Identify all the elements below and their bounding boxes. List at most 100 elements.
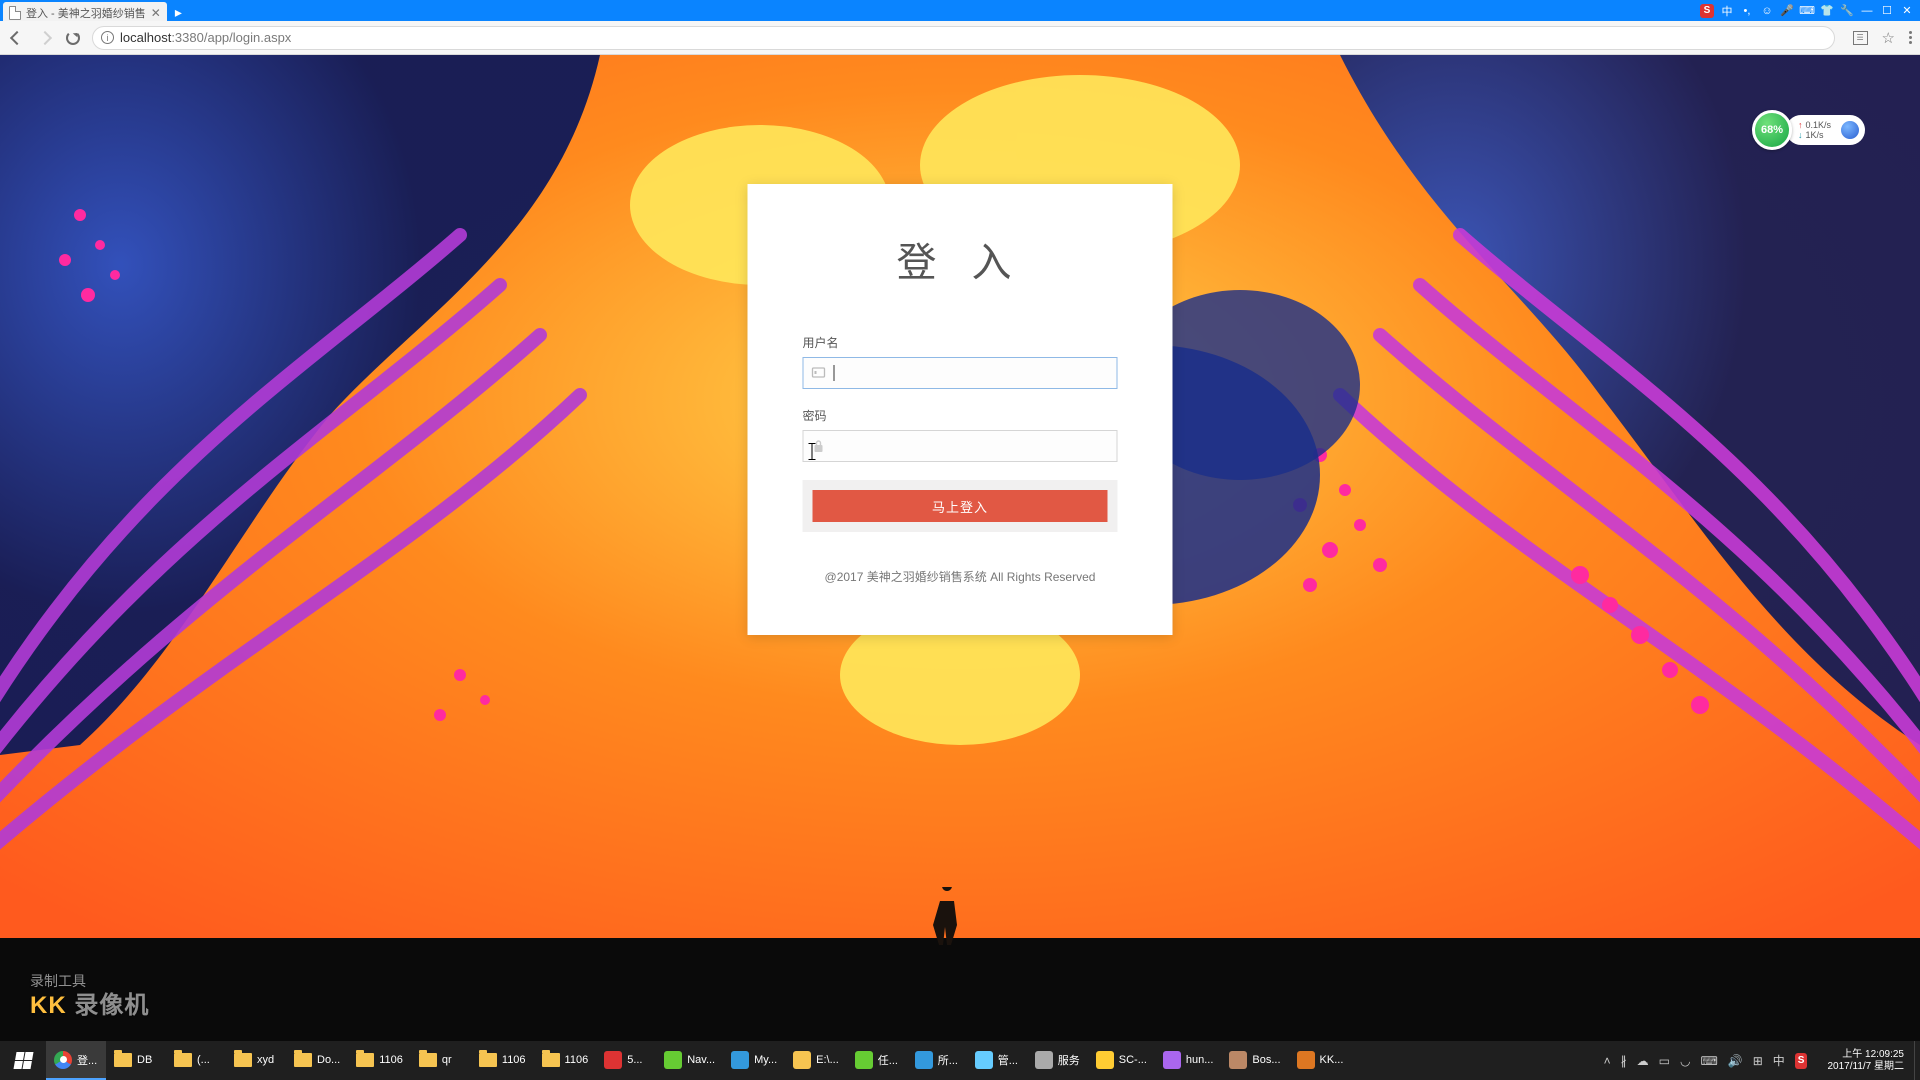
ime-keyboard-icon[interactable]: ⌨ (1800, 4, 1814, 18)
window-maximize-button[interactable]: ☐ (1880, 4, 1894, 18)
password-label: 密码 (803, 407, 1118, 424)
network-monitor-widget[interactable]: 68% ↑0.1K/s ↓1K/s (1752, 110, 1865, 150)
browser-tab-active[interactable]: 登入 - 美神之羽婚纱销售 ✕ (3, 2, 167, 21)
taskbar-item[interactable]: hun... (1155, 1041, 1222, 1080)
recorder-watermark: 录制工具 KK 录像机 (30, 972, 149, 1021)
boss-icon (1229, 1051, 1247, 1069)
bookmark-icon[interactable]: ☆ (1882, 29, 1895, 47)
tab-title: 登入 - 美神之羽婚纱销售 (26, 5, 146, 21)
taskbar-item[interactable]: 所... (907, 1041, 967, 1080)
tray-up-icon[interactable]: ˄ (1604, 1054, 1611, 1068)
browser-menu-button[interactable] (1909, 31, 1912, 44)
watermark-brand-a: KK (30, 992, 67, 1019)
taskbar-item[interactable]: SC-... (1088, 1041, 1155, 1080)
username-field-wrap[interactable] (803, 357, 1118, 389)
tray-wifi-icon[interactable]: ◡ (1680, 1054, 1690, 1068)
taskbar-item[interactable]: Nav... (656, 1041, 723, 1080)
kk-icon (1297, 1051, 1315, 1069)
sql-icon (1096, 1051, 1114, 1069)
taskbar-item[interactable]: 管... (967, 1041, 1027, 1080)
start-button[interactable] (0, 1041, 46, 1080)
site-info-icon[interactable]: i (101, 31, 114, 44)
windows-logo-icon (13, 1052, 33, 1069)
taskbar-item[interactable]: 服务 (1027, 1041, 1088, 1080)
show-desktop-button[interactable] (1914, 1041, 1920, 1080)
iis-icon (975, 1051, 993, 1069)
folder-icon (479, 1051, 497, 1069)
taskbar-item[interactable]: My... (723, 1041, 785, 1080)
taskbar-item-label: Bos... (1252, 1054, 1280, 1066)
taskbar-item[interactable]: 1106 (348, 1041, 411, 1080)
page-viewport: 68% ↑0.1K/s ↓1K/s 登 入 用户名 密码 马上登入 @201 (0, 55, 1920, 1041)
folder-icon (174, 1051, 192, 1069)
taskbar-item[interactable]: KK... (1289, 1041, 1352, 1080)
taskbar-item[interactable]: 5... (596, 1041, 656, 1080)
taskbar-item-label: SC-... (1119, 1054, 1147, 1066)
login-card: 登 入 用户名 密码 马上登入 @2017 美神之羽婚纱销售系统 All Rig… (748, 184, 1173, 635)
folder-icon (294, 1051, 312, 1069)
taskbar-item-label: 服务 (1058, 1052, 1080, 1068)
taskbar-item[interactable]: (... (166, 1041, 226, 1080)
login-submit-button[interactable]: 马上登入 (813, 490, 1108, 522)
tray-onedrive-icon[interactable]: ☁ (1637, 1054, 1649, 1068)
taskbar-item[interactable]: qr (411, 1041, 471, 1080)
page-favicon-icon (9, 6, 21, 20)
ime-mic-icon[interactable]: 🎤 (1780, 4, 1794, 18)
taskbar-items: 登...DB(...xydDo...1106qr110611065...Nav.… (46, 1041, 1351, 1080)
tray-bluetooth-icon[interactable]: ∦ (1621, 1054, 1627, 1068)
new-tab-button[interactable]: ▸ (167, 4, 190, 21)
vs-icon (1163, 1051, 1181, 1069)
ime-lang[interactable]: 中 (1720, 4, 1734, 18)
password-field-wrap[interactable] (803, 430, 1118, 462)
nav-back-button[interactable] (8, 29, 26, 47)
password-input[interactable] (834, 431, 1109, 461)
taskbar-item[interactable]: 任... (847, 1041, 907, 1080)
copyright-text: @2017 美神之羽婚纱销售系统 All Rights Reserved (803, 568, 1118, 585)
taskbar-item[interactable]: 登... (46, 1041, 106, 1080)
nav-reload-button[interactable] (64, 29, 82, 47)
taskbar-item[interactable]: DB (106, 1041, 166, 1080)
folder-icon (356, 1051, 374, 1069)
tray-battery-icon[interactable]: ▭ (1659, 1054, 1670, 1068)
taskbar-item-label: 1106 (379, 1054, 403, 1066)
arrow-down-icon: ↓ (1798, 130, 1803, 140)
taskbar-item-label: hun... (1186, 1054, 1214, 1066)
ime-emoji-icon[interactable]: ☺ (1760, 4, 1774, 18)
taskbar-item-label: 1106 (502, 1054, 526, 1066)
ime-punct-icon[interactable]: •, (1740, 4, 1754, 18)
username-label: 用户名 (803, 334, 1118, 351)
tray-shield-icon[interactable]: ⊞ (1753, 1054, 1763, 1068)
net-up: 0.1K/s (1805, 120, 1831, 130)
address-bar[interactable]: i localhost:3380/app/login.aspx (92, 26, 1835, 50)
taskbar-item[interactable]: E:\... (785, 1041, 847, 1080)
tray-sogou-icon[interactable]: S (1795, 1053, 1808, 1069)
tray-volume-icon[interactable]: 🔊 (1728, 1054, 1743, 1068)
taskbar-item[interactable]: xyd (226, 1041, 286, 1080)
ime-user-icon[interactable]: 👕 (1820, 4, 1834, 18)
username-input[interactable] (843, 358, 1109, 388)
network-speeds: ↑0.1K/s ↓1K/s (1786, 115, 1865, 145)
tray-input-icon[interactable]: ⌨ (1700, 1054, 1717, 1068)
browser-tabstrip: 登入 - 美神之羽婚纱销售 ✕ ▸ (0, 0, 190, 21)
taskbar-clock[interactable]: 上午 12:09:25 2017/11/7 星期二 (1817, 1049, 1914, 1072)
taskbar-item[interactable]: 1106 (534, 1041, 597, 1080)
tray-ime-zh-icon[interactable]: 中 (1773, 1052, 1785, 1069)
clock-time: 上午 12:09:25 (1827, 1049, 1904, 1061)
chrome-icon (54, 1051, 72, 1069)
login-title: 登 入 (803, 230, 1118, 288)
taskbar-item[interactable]: Bos... (1221, 1041, 1288, 1080)
gear-icon (1035, 1051, 1053, 1069)
tray-icons[interactable]: ˄ ∦ ☁ ▭ ◡ ⌨ 🔊 ⊞ 中 S (1594, 1052, 1818, 1069)
taskbar-item-label: xyd (257, 1054, 274, 1066)
taskbar-item[interactable]: Do... (286, 1041, 348, 1080)
ime-settings-icon[interactable]: 🔧 (1840, 4, 1854, 18)
taskbar-item-label: (... (197, 1054, 210, 1066)
window-minimize-button[interactable]: — (1860, 4, 1874, 18)
window-close-button[interactable]: ✕ (1900, 4, 1914, 18)
task-icon (855, 1051, 873, 1069)
taskbar-item[interactable]: 1106 (471, 1041, 534, 1080)
taskbar-item-label: DB (137, 1054, 152, 1066)
tab-close-icon[interactable]: ✕ (151, 6, 161, 20)
ime-indicator[interactable]: S (1700, 4, 1714, 18)
translate-icon[interactable]: ☰ (1853, 31, 1868, 45)
